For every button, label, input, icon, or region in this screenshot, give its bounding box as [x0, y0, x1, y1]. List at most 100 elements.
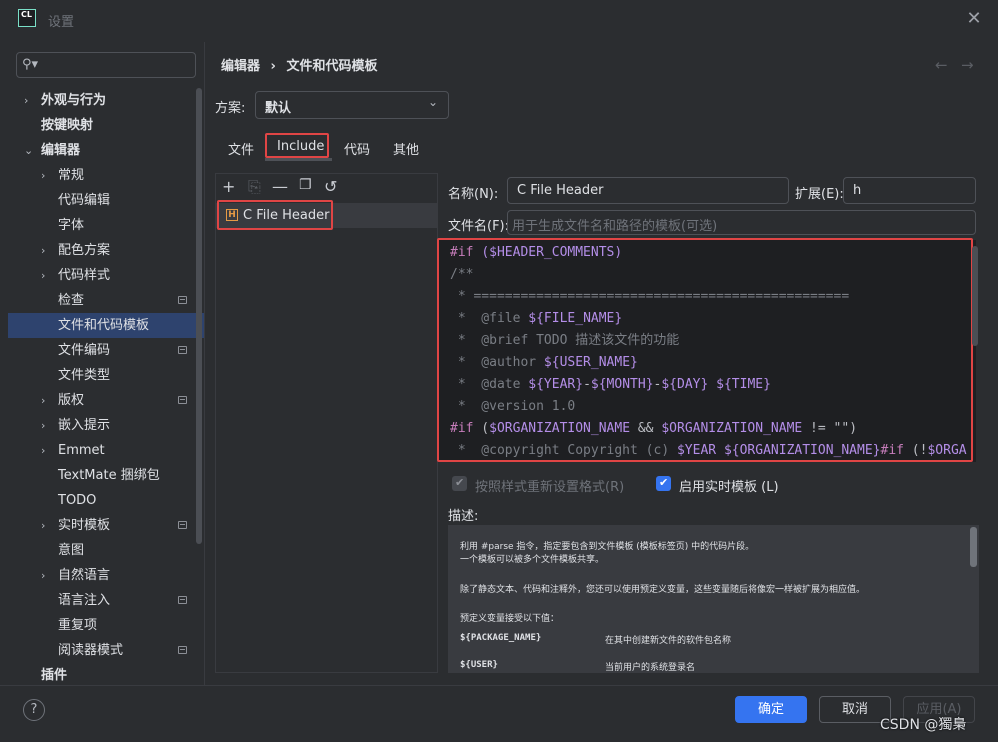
breadcrumb-current: 文件和代码模板: [286, 59, 378, 74]
sidebar-item-label: 语言注入: [58, 593, 111, 608]
sidebar-item-file-types[interactable]: 文件类型: [8, 363, 204, 388]
chevron-down-icon[interactable]: ⌄: [24, 138, 33, 163]
chevron-right-icon[interactable]: ›: [41, 238, 45, 263]
editor-scrollbar[interactable]: [972, 246, 978, 346]
project-settings-icon: [178, 521, 187, 529]
sidebar-item-live-templates[interactable]: › 实时模板: [8, 513, 204, 538]
project-settings-icon: [178, 396, 187, 404]
name-value: C File Header: [517, 183, 604, 198]
chevron-right-icon[interactable]: ›: [41, 513, 45, 538]
description-scrollbar[interactable]: [970, 527, 977, 567]
duplicate-icon[interactable]: ❐: [299, 177, 312, 193]
copy-icon[interactable]: ⎘: [248, 177, 261, 197]
tab-files[interactable]: 文件: [228, 139, 254, 158]
ok-button[interactable]: 确定: [735, 696, 807, 723]
sidebar-item-font[interactable]: 字体: [8, 213, 204, 238]
highlight-box: [437, 238, 973, 462]
remove-icon[interactable]: —: [272, 177, 288, 196]
chevron-right-icon[interactable]: ›: [41, 388, 45, 413]
template-list: [215, 173, 438, 673]
sidebar-item-textmate[interactable]: TextMate 捆绑包: [8, 463, 204, 488]
sidebar-item-label: 嵌入提示: [58, 418, 111, 433]
sidebar-item-label: 版权: [58, 393, 85, 408]
forward-arrow-icon[interactable]: →: [961, 56, 974, 74]
sidebar-scrollbar[interactable]: [196, 88, 202, 544]
search-input[interactable]: [16, 52, 196, 78]
project-settings-icon: [178, 296, 187, 304]
description-text: 一个模板可以被多个文件模板共享。: [460, 555, 605, 565]
chevron-right-icon[interactable]: ›: [41, 263, 45, 288]
chevron-right-icon[interactable]: ›: [24, 88, 28, 113]
sidebar-item-general[interactable]: › 常规: [8, 163, 204, 188]
sidebar-item-natural-languages[interactable]: › 自然语言: [8, 563, 204, 588]
live-templates-checkbox[interactable]: ✔: [656, 476, 671, 491]
variable-description: 在其中创建新文件的软件包名称: [605, 636, 732, 646]
breadcrumb: 编辑器 › 文件和代码模板: [221, 55, 377, 74]
tab-code[interactable]: 代码: [344, 139, 370, 158]
chevron-right-icon[interactable]: ›: [41, 438, 45, 463]
reset-icon[interactable]: ↺: [324, 177, 337, 196]
variable-name: ${USER}: [460, 660, 498, 670]
scheme-label: 方案:: [215, 101, 246, 116]
sidebar-item-intentions[interactable]: 意图: [8, 538, 204, 563]
check-icon: ✔: [455, 476, 465, 489]
tab-other[interactable]: 其他: [393, 139, 419, 158]
sidebar-item-reader-mode[interactable]: 阅读器模式: [8, 638, 204, 663]
app-logo-icon: CL: [18, 9, 36, 27]
project-settings-icon: [178, 346, 187, 354]
description-label: 描述:: [448, 509, 479, 524]
sidebar-item-label: 文件类型: [58, 368, 111, 383]
extension-input[interactable]: [843, 177, 976, 204]
reformat-checkbox[interactable]: ✔: [452, 476, 467, 491]
chevron-right-icon[interactable]: ›: [41, 163, 45, 188]
sidebar-item-duplicates[interactable]: 重复项: [8, 613, 204, 638]
check-icon: ✔: [659, 476, 669, 489]
sidebar-item-label: 自然语言: [58, 568, 111, 583]
list-toolbar: + ⎘ — ❐ ↺: [216, 174, 437, 202]
chevron-right-icon[interactable]: ›: [41, 413, 45, 438]
help-icon[interactable]: ?: [23, 699, 45, 721]
sidebar-item-label: 外观与行为: [41, 93, 107, 108]
description-panel[interactable]: 利用 #parse 指令，指定要包含到文件模板 (模板标签页) 中的代码片段。 …: [448, 525, 979, 673]
sidebar-item-appearance[interactable]: › 外观与行为: [8, 88, 204, 113]
sidebar-item-label: TODO: [58, 493, 97, 508]
sidebar-item-file-templates[interactable]: 文件和代码模板: [8, 313, 204, 338]
close-icon[interactable]: ✕: [964, 9, 984, 29]
sidebar-item-keymap[interactable]: 按键映射: [8, 113, 204, 138]
sidebar-item-code-style[interactable]: › 代码样式: [8, 263, 204, 288]
sidebar-item-copyright[interactable]: › 版权: [8, 388, 204, 413]
sidebar-item-label: 按键映射: [41, 118, 94, 133]
sidebar-item-label: 重复项: [58, 618, 98, 633]
project-settings-icon: [178, 646, 187, 654]
chevron-down-icon[interactable]: ⌄: [428, 95, 438, 109]
sidebar-item-color-scheme[interactable]: › 配色方案: [8, 238, 204, 263]
add-icon[interactable]: +: [222, 177, 235, 196]
sidebar-item-inlay-hints[interactable]: › 嵌入提示: [8, 413, 204, 438]
sidebar-item-todo[interactable]: TODO: [8, 488, 204, 513]
window-title: 设置: [48, 15, 75, 30]
sidebar-item-emmet[interactable]: › Emmet: [8, 438, 204, 463]
sidebar-item-inspections[interactable]: 检查: [8, 288, 204, 313]
sidebar-item-code-editing[interactable]: 代码编辑: [8, 188, 204, 213]
sidebar-item-editor[interactable]: ⌄ 编辑器: [8, 138, 204, 163]
sidebar-item-file-encodings[interactable]: 文件编码: [8, 338, 204, 363]
filename-label: 文件名(F):: [448, 219, 510, 234]
description-text: 利用 #parse 指令，指定要包含到文件模板 (模板标签页) 中的代码片段。: [460, 542, 755, 552]
live-templates-label: 启用实时模板 (L): [679, 480, 779, 495]
variable-name: ${PACKAGE_NAME}: [460, 633, 542, 643]
sidebar-item-label: 常规: [58, 168, 85, 183]
back-arrow-icon[interactable]: ←: [935, 56, 948, 74]
sidebar-item-label: 文件编码: [58, 343, 111, 358]
sidebar-item-label: 文件和代码模板: [58, 318, 150, 333]
sidebar-item-label: 代码编辑: [58, 193, 111, 208]
breadcrumb-parent[interactable]: 编辑器: [221, 59, 260, 74]
sidebar-item-language-injections[interactable]: 语言注入: [8, 588, 204, 613]
search-icon: ⚲▾: [22, 57, 39, 72]
sidebar-item-label: 实时模板: [58, 518, 111, 533]
sidebar-item-label: 字体: [58, 218, 85, 233]
project-settings-icon: [178, 596, 187, 604]
title-bar: [0, 0, 998, 40]
sidebar-item-label: 配色方案: [58, 243, 111, 258]
chevron-right-icon[interactable]: ›: [41, 563, 45, 588]
variable-description: 当前用户的系统登录名: [605, 663, 696, 673]
